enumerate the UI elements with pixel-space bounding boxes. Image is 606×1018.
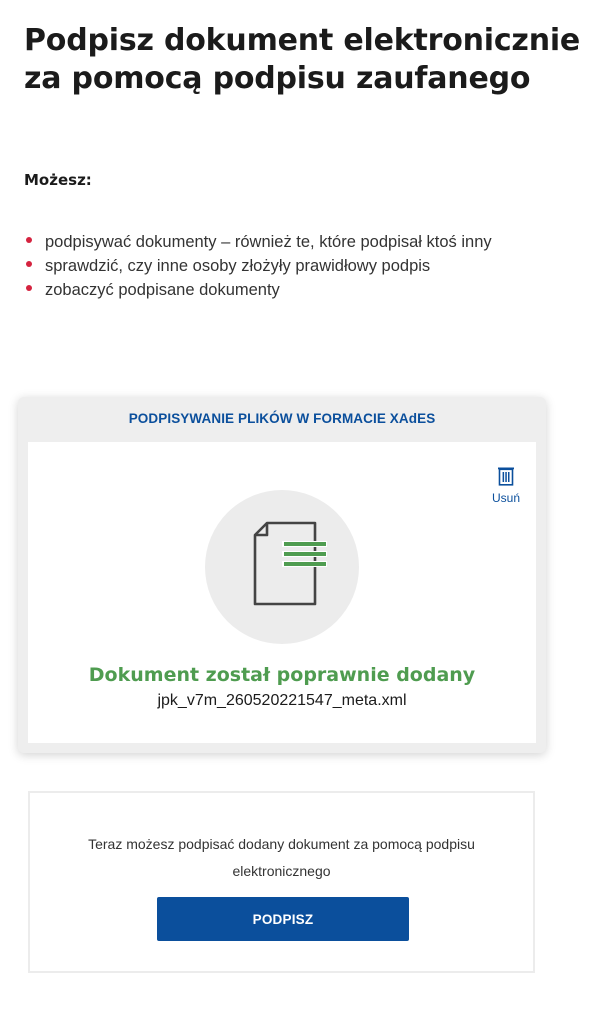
sign-button[interactable]: PODPISZ: [157, 897, 409, 941]
uploaded-file-name: jpk_v7m_260520221547_meta.xml: [157, 692, 407, 709]
document-icon: [253, 521, 327, 606]
features-list: podpisywać dokumenty – również te, które…: [20, 230, 560, 302]
card-header: PODPISYWANIE PLIKÓW W FORMACIE XAdES: [128, 411, 436, 426]
delete-button[interactable]: Usuń: [488, 466, 524, 516]
feature-item: sprawdzić, czy inne osoby złożyły prawid…: [20, 254, 560, 278]
card-body: Usuń Dokument został poprawnie dodany jp…: [28, 442, 536, 743]
delete-label: Usuń: [491, 491, 520, 505]
feature-item: zobaczyć podpisane dokumenty: [20, 278, 560, 302]
upload-success-message: Dokument został poprawnie dodany: [88, 664, 476, 686]
sign-panel: Teraz możesz podpisać dodany dokument za…: [28, 791, 535, 973]
sign-instruction: Teraz możesz podpisać dodany dokument za…: [88, 836, 475, 879]
page-title-line-2: za pomocą podpisu zaufanego: [24, 61, 531, 96]
features-heading: Możesz:: [24, 171, 92, 189]
feature-item: podpisywać dokumenty – również te, które…: [20, 230, 560, 254]
feature-text: sprawdzić, czy inne osoby złożyły prawid…: [45, 257, 431, 275]
document-preview: [205, 490, 359, 644]
feature-text: zobaczyć podpisane dokumenty: [45, 281, 280, 299]
bullet-icon: [26, 237, 32, 243]
page-title: Podpisz dokument elektronicznie za pomoc…: [24, 22, 599, 98]
trash-icon: [498, 467, 514, 486]
bullet-icon: [26, 285, 32, 291]
feature-text: podpisywać dokumenty – również te, które…: [45, 233, 492, 251]
bullet-icon: [26, 261, 32, 267]
xades-upload-card: PODPISYWANIE PLIKÓW W FORMACIE XAdES Usu…: [18, 397, 546, 753]
page-title-line-1: Podpisz dokument elektronicznie: [24, 23, 581, 58]
